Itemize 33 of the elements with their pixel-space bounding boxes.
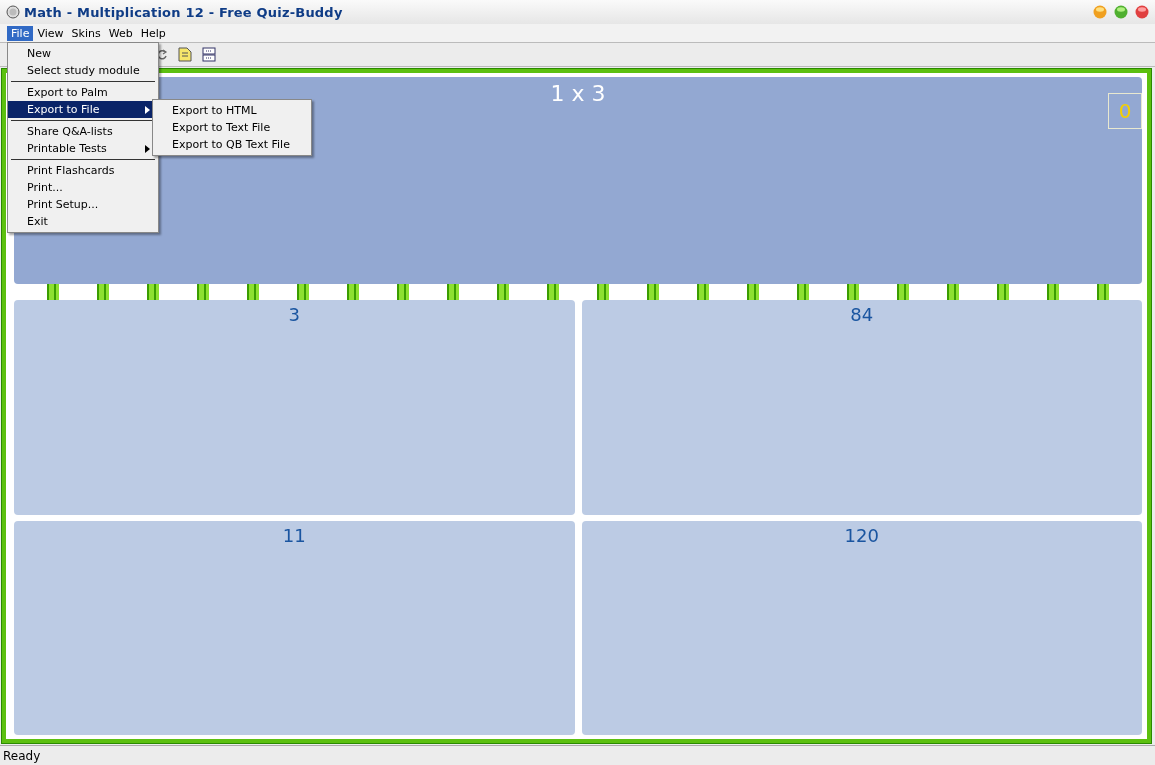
menu-entry[interactable]: Exit (8, 213, 158, 230)
menu-entry[interactable]: Print... (8, 179, 158, 196)
menu-entry[interactable]: Export to Text File (153, 119, 311, 136)
maximize-icon[interactable] (1114, 5, 1128, 19)
answer-text: 84 (850, 304, 874, 325)
menu-entry[interactable]: Print Setup... (8, 196, 158, 213)
menu-item[interactable]: Web (104, 25, 137, 41)
answer-card[interactable]: 84 (581, 300, 1142, 515)
close-icon[interactable] (1135, 5, 1149, 19)
menu-item[interactable]: File (7, 25, 34, 41)
menu-entry[interactable]: Export to QB Text File (153, 136, 311, 153)
answer-card[interactable]: 120 (581, 520, 1142, 735)
menu-entry[interactable]: Print Flashcards (8, 162, 158, 179)
answer-text: 11 (282, 524, 306, 546)
menu-entry[interactable]: Select study module (8, 62, 158, 79)
answer-text: 3 (288, 304, 300, 325)
question-text: 1 x 3 (550, 81, 606, 108)
menu-entry[interactable]: New (8, 45, 158, 62)
note-icon[interactable] (178, 47, 192, 62)
answer-card[interactable]: 3 (14, 300, 575, 515)
menu-item[interactable]: Skins (67, 25, 105, 41)
status-text: Ready (3, 748, 41, 763)
menu-item[interactable]: View (33, 25, 68, 41)
menu-item[interactable]: Help (136, 25, 170, 41)
split-view-icon[interactable] (202, 47, 216, 62)
score-counter: 0 (1108, 93, 1142, 129)
window-title: Math - Multiplication 12 - Free Quiz-Buddy (24, 4, 343, 20)
refresh-icon[interactable] (156, 47, 168, 62)
minimize-icon[interactable] (1093, 5, 1107, 19)
answer-text: 120 (844, 524, 879, 546)
app-icon (6, 5, 20, 19)
answer-card[interactable]: 11 (14, 520, 575, 735)
menu-entry[interactable]: Export to Palm (8, 84, 158, 101)
